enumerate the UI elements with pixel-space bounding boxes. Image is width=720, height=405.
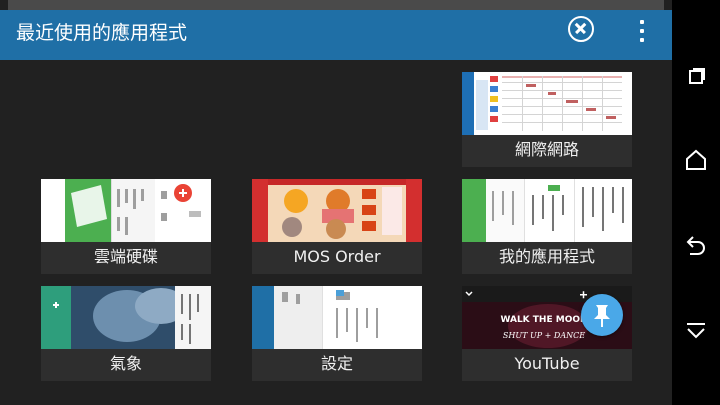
youtube-banner-line2: SHUT UP + DANCE [503, 331, 585, 340]
more-options-button[interactable] [636, 18, 648, 46]
card-label: 雲端硬碟 [41, 242, 211, 274]
navigation-bar [672, 0, 720, 405]
pin-icon [594, 305, 610, 327]
back-button[interactable] [684, 232, 708, 256]
close-all-button[interactable] [568, 16, 594, 42]
app-bar: 最近使用的應用程式 [0, 10, 672, 60]
recent-app-card-mos-order[interactable]: MOS Order [252, 179, 422, 274]
page-title: 最近使用的應用程式 [16, 22, 188, 44]
status-bar [8, 0, 664, 10]
recent-app-card-my-apps[interactable]: 我的應用程式 [462, 179, 632, 274]
back-icon [686, 236, 705, 255]
recents-button[interactable] [684, 64, 708, 88]
home-button[interactable] [684, 148, 708, 172]
card-label: 網際網路 [462, 135, 632, 167]
internet-thumbnail [462, 72, 632, 135]
mos-order-thumbnail [252, 179, 422, 242]
weather-thumbnail [41, 286, 211, 349]
home-icon [686, 149, 706, 170]
recent-app-card-drive[interactable]: 雲端硬碟 [41, 179, 211, 274]
youtube-banner-line1: WALK THE MOON [500, 315, 587, 325]
card-label: 設定 [252, 349, 422, 381]
my-apps-thumbnail [462, 179, 632, 242]
recent-app-card-weather[interactable]: 氣象 [41, 286, 211, 381]
card-label: MOS Order [252, 242, 422, 274]
settings-thumbnail [252, 286, 422, 349]
collapse-button[interactable] [684, 318, 708, 342]
collapse-icon [687, 323, 705, 339]
recents-icon [689, 68, 705, 84]
drive-thumbnail [41, 179, 211, 242]
recent-app-card-internet[interactable]: 網際網路 [462, 72, 632, 167]
recent-app-card-settings[interactable]: 設定 [252, 286, 422, 381]
card-label: YouTube [462, 349, 632, 381]
card-label: 我的應用程式 [462, 242, 632, 274]
pin-button[interactable] [581, 294, 623, 336]
card-label: 氣象 [41, 349, 211, 381]
